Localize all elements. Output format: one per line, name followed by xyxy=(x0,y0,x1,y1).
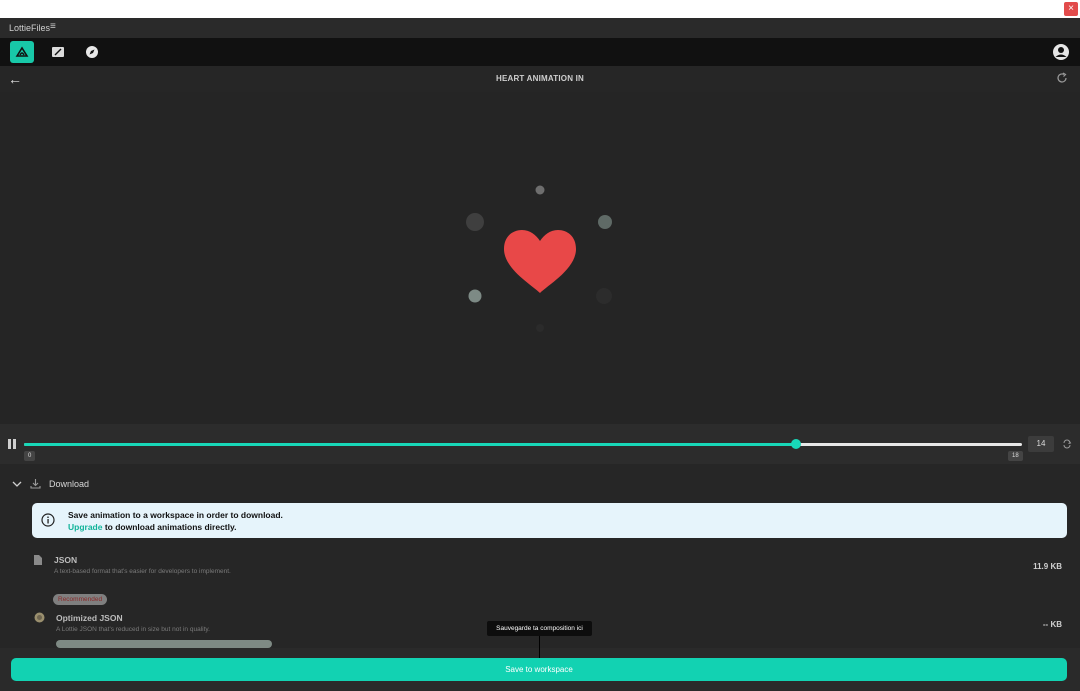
panel-title: LottieFiles xyxy=(9,23,51,33)
compass-icon xyxy=(86,46,98,58)
tab-lottie-upload[interactable] xyxy=(10,41,34,63)
format-size: 11.9 KB xyxy=(1033,562,1062,571)
heart-animation-canvas xyxy=(466,185,612,332)
format-name: JSON xyxy=(54,555,78,565)
info-icon xyxy=(41,513,55,527)
footer-bar: Save to workspace xyxy=(0,648,1080,691)
frame-end-label: 18 xyxy=(1008,451,1023,461)
file-icon xyxy=(34,555,42,565)
download-label: Download xyxy=(49,478,90,489)
chevron-down-icon xyxy=(12,481,22,487)
particle-dot xyxy=(536,324,544,332)
user-account-icon[interactable] xyxy=(1052,43,1070,61)
tab-edit[interactable] xyxy=(46,41,70,63)
edit-icon xyxy=(52,47,64,57)
download-icon xyxy=(30,479,41,489)
radio-icon xyxy=(34,612,45,623)
download-toggle[interactable]: Download xyxy=(12,478,89,489)
loop-icon[interactable] xyxy=(1062,439,1072,449)
animation-header: ← HEART ANIMATION IN xyxy=(0,66,1080,93)
close-window-button[interactable]: × xyxy=(1064,2,1078,16)
save-tooltip: Sauvegarde ta composition ici xyxy=(487,621,592,636)
current-frame-input[interactable]: 14 xyxy=(1028,436,1054,452)
frame-start-label: 0 xyxy=(24,451,36,461)
tooltip-pointer xyxy=(539,636,540,658)
format-description: A text-based format that's easier for de… xyxy=(54,568,231,575)
format-name: Optimized JSON xyxy=(56,613,123,623)
tab-discover[interactable] xyxy=(80,41,104,63)
info-upgrade-line: Upgrade to download animations directly. xyxy=(68,522,236,532)
info-message: Save animation to a workspace in order t… xyxy=(68,510,283,520)
upgrade-rest: to download animations directly. xyxy=(102,522,237,532)
particle-dot xyxy=(598,215,612,229)
panel-header: LottieFiles ≡ xyxy=(0,18,1080,38)
save-to-workspace-button[interactable]: Save to workspace xyxy=(11,658,1067,681)
timeline-progress xyxy=(24,443,797,446)
particle-dot xyxy=(468,289,482,303)
heart-shape xyxy=(504,230,576,293)
recommended-badge: Recommended xyxy=(53,594,108,605)
format-description: A Lottie JSON that's reduced in size but… xyxy=(56,626,210,633)
format-option-json[interactable]: JSON A text-based format that's easier f… xyxy=(0,554,1080,584)
page-title: HEART ANIMATION IN xyxy=(495,74,585,83)
particle-dot xyxy=(466,213,484,231)
pause-icon[interactable] xyxy=(8,439,17,449)
format-size: -- KB xyxy=(1042,620,1062,629)
lottie-upload-icon xyxy=(15,46,29,57)
timeline-handle[interactable] xyxy=(791,439,802,449)
animation-preview xyxy=(0,92,1080,424)
playback-controls: 0 18 14 xyxy=(0,424,1080,464)
refresh-icon[interactable] xyxy=(1056,72,1068,84)
particle-dot xyxy=(535,185,545,195)
top-nav xyxy=(0,38,1080,66)
upgrade-link[interactable]: Upgrade xyxy=(68,522,102,532)
panel-menu-icon[interactable]: ≡ xyxy=(50,21,56,32)
title-strip: × xyxy=(0,0,1080,18)
timeline-scrubber[interactable] xyxy=(24,439,1022,449)
particle-dot xyxy=(596,288,612,304)
optimization-note-pill xyxy=(56,640,272,648)
info-banner: Save animation to a workspace in order t… xyxy=(32,503,1067,538)
